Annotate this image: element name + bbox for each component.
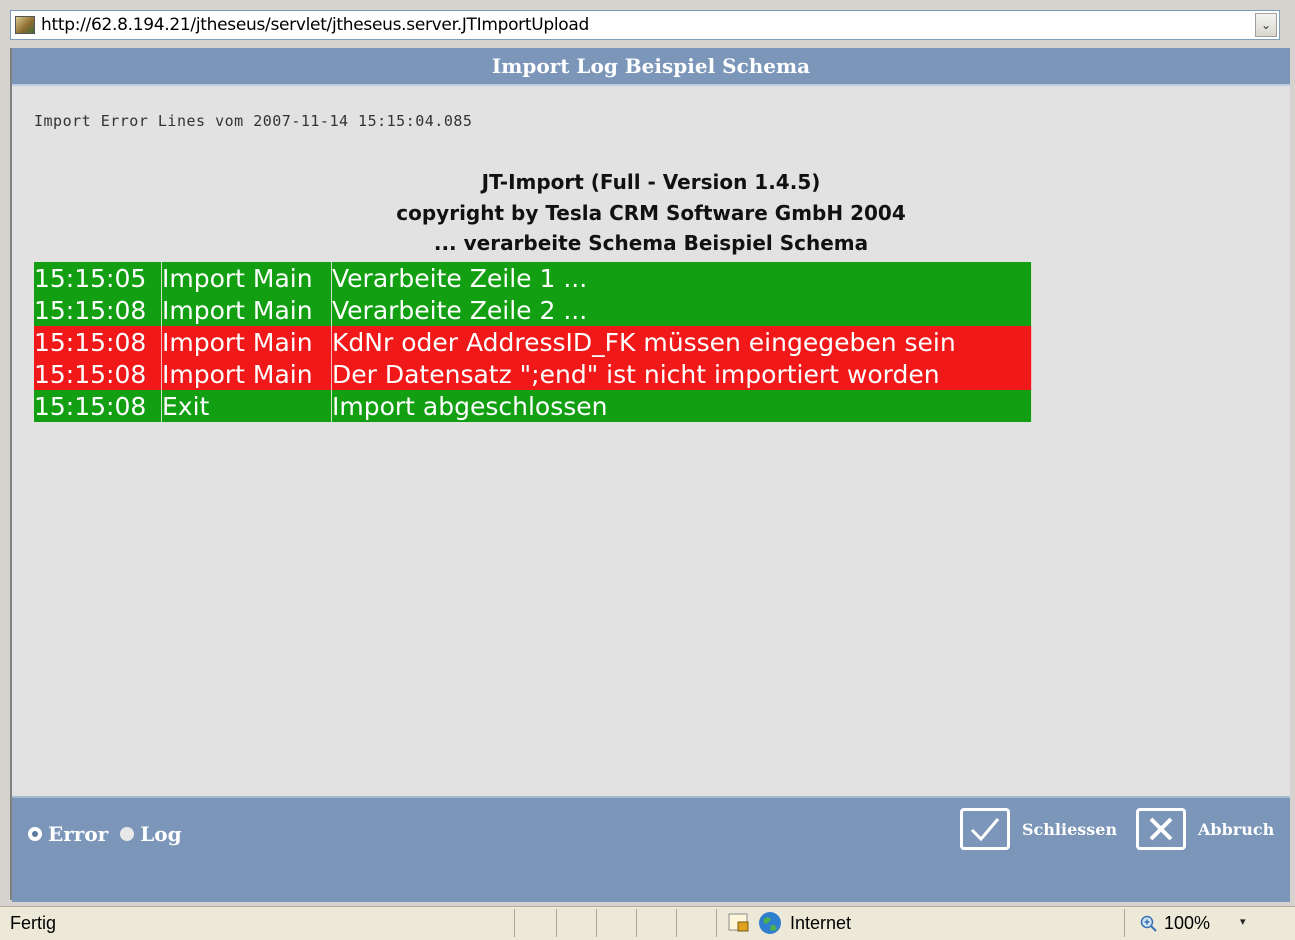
- log-source: Import Main: [161, 358, 332, 390]
- log-time: 15:15:08: [34, 390, 162, 422]
- status-divider: [514, 909, 515, 937]
- log-time: 15:15:08: [34, 294, 162, 326]
- radio-error[interactable]: [28, 826, 42, 841]
- import-log-dialog: Import Log Beispiel Schema Import Error …: [10, 48, 1290, 902]
- log-row: 15:15:08 Import Main Der Datensatz ";end" …: [34, 358, 1032, 390]
- dialog-title: Import Log Beispiel Schema: [12, 48, 1290, 86]
- log-time: 15:15:05: [34, 262, 162, 294]
- zoom-dropdown-icon[interactable]: ▾: [1240, 915, 1246, 928]
- banner-copyright: copyright by Tesla CRM Software GmbH 200…: [396, 201, 906, 225]
- status-text: Fertig: [10, 913, 57, 933]
- status-bar: Fertig Internet 100% ▾: [0, 906, 1295, 940]
- log-row: 15:15:05 Import Main Verarbeite Zeile 1 ..…: [34, 262, 1032, 294]
- page-icon: [15, 16, 35, 34]
- lock-icon: [728, 913, 749, 932]
- log-message: Der Datensatz ";end" ist nicht importier…: [331, 358, 1032, 390]
- dialog-footer: Error Log Schliessen Abbruch: [12, 796, 1290, 902]
- status-divider: [676, 909, 677, 937]
- radio-log-label[interactable]: Log: [140, 822, 181, 846]
- log-row: 15:15:08 Exit Import abgeschlossen: [34, 390, 1032, 422]
- log-source: Import Main: [161, 262, 332, 294]
- banner-schema: ... verarbeite Schema Beispiel Schema: [433, 231, 869, 255]
- log-row: 15:15:08 Import Main Verarbeite Zeile 2 ..…: [34, 294, 1032, 326]
- url-text[interactable]: http://62.8.194.21/jtheseus/servlet/jthe…: [41, 15, 589, 35]
- checkmark-icon: [960, 808, 1010, 850]
- log-message: KdNr oder AddressID_FK müssen eingegeben…: [331, 326, 1032, 358]
- log-message: Verarbeite Zeile 1 ...: [331, 262, 1032, 294]
- zoom-control[interactable]: 100%: [1140, 913, 1210, 934]
- log-time: 15:15:08: [34, 358, 162, 390]
- log-source: Import Main: [161, 326, 332, 358]
- cancel-button-label: Abbruch: [1198, 819, 1275, 839]
- log-type-radio-group: Error Log: [28, 820, 194, 846]
- zoom-icon: [1140, 915, 1157, 932]
- log-table: 15:15:05 Import Main Verarbeite Zeile 1 ..…: [34, 262, 1032, 422]
- status-divider: [716, 909, 717, 937]
- close-button[interactable]: Schliessen: [960, 808, 1117, 850]
- close-button-label: Schliessen: [1022, 819, 1118, 839]
- address-dropdown-button[interactable]: ⌄: [1255, 13, 1277, 37]
- log-message: Import abgeschlossen: [331, 390, 1032, 422]
- globe-icon: [759, 912, 781, 934]
- radio-error-label[interactable]: Error: [48, 822, 108, 846]
- status-divider: [636, 909, 637, 937]
- status-divider: [556, 909, 557, 937]
- log-source: Exit: [161, 390, 332, 422]
- status-divider: [1124, 909, 1125, 937]
- log-message: Verarbeite Zeile 2 ...: [331, 294, 1032, 326]
- log-time: 15:15:08: [34, 326, 162, 358]
- error-lines-header: Import Error Lines vom 2007-11-14 15:15:…: [34, 112, 473, 130]
- cancel-button[interactable]: Abbruch: [1136, 808, 1274, 850]
- radio-log[interactable]: [120, 826, 135, 841]
- status-divider: [596, 909, 597, 937]
- security-zone[interactable]: Internet: [728, 911, 851, 935]
- close-icon: [1136, 808, 1186, 850]
- log-row: 15:15:08 Import Main KdNr oder AddressID_F…: [34, 326, 1032, 358]
- log-source: Import Main: [161, 294, 332, 326]
- zoom-level: 100%: [1164, 913, 1211, 933]
- chevron-down-icon: ⌄: [1260, 18, 1272, 32]
- banner-version: JT-Import (Full - Version 1.4.5): [481, 170, 821, 194]
- address-bar[interactable]: http://62.8.194.21/jtheseus/servlet/jthe…: [10, 10, 1280, 40]
- zone-label: Internet: [790, 912, 852, 933]
